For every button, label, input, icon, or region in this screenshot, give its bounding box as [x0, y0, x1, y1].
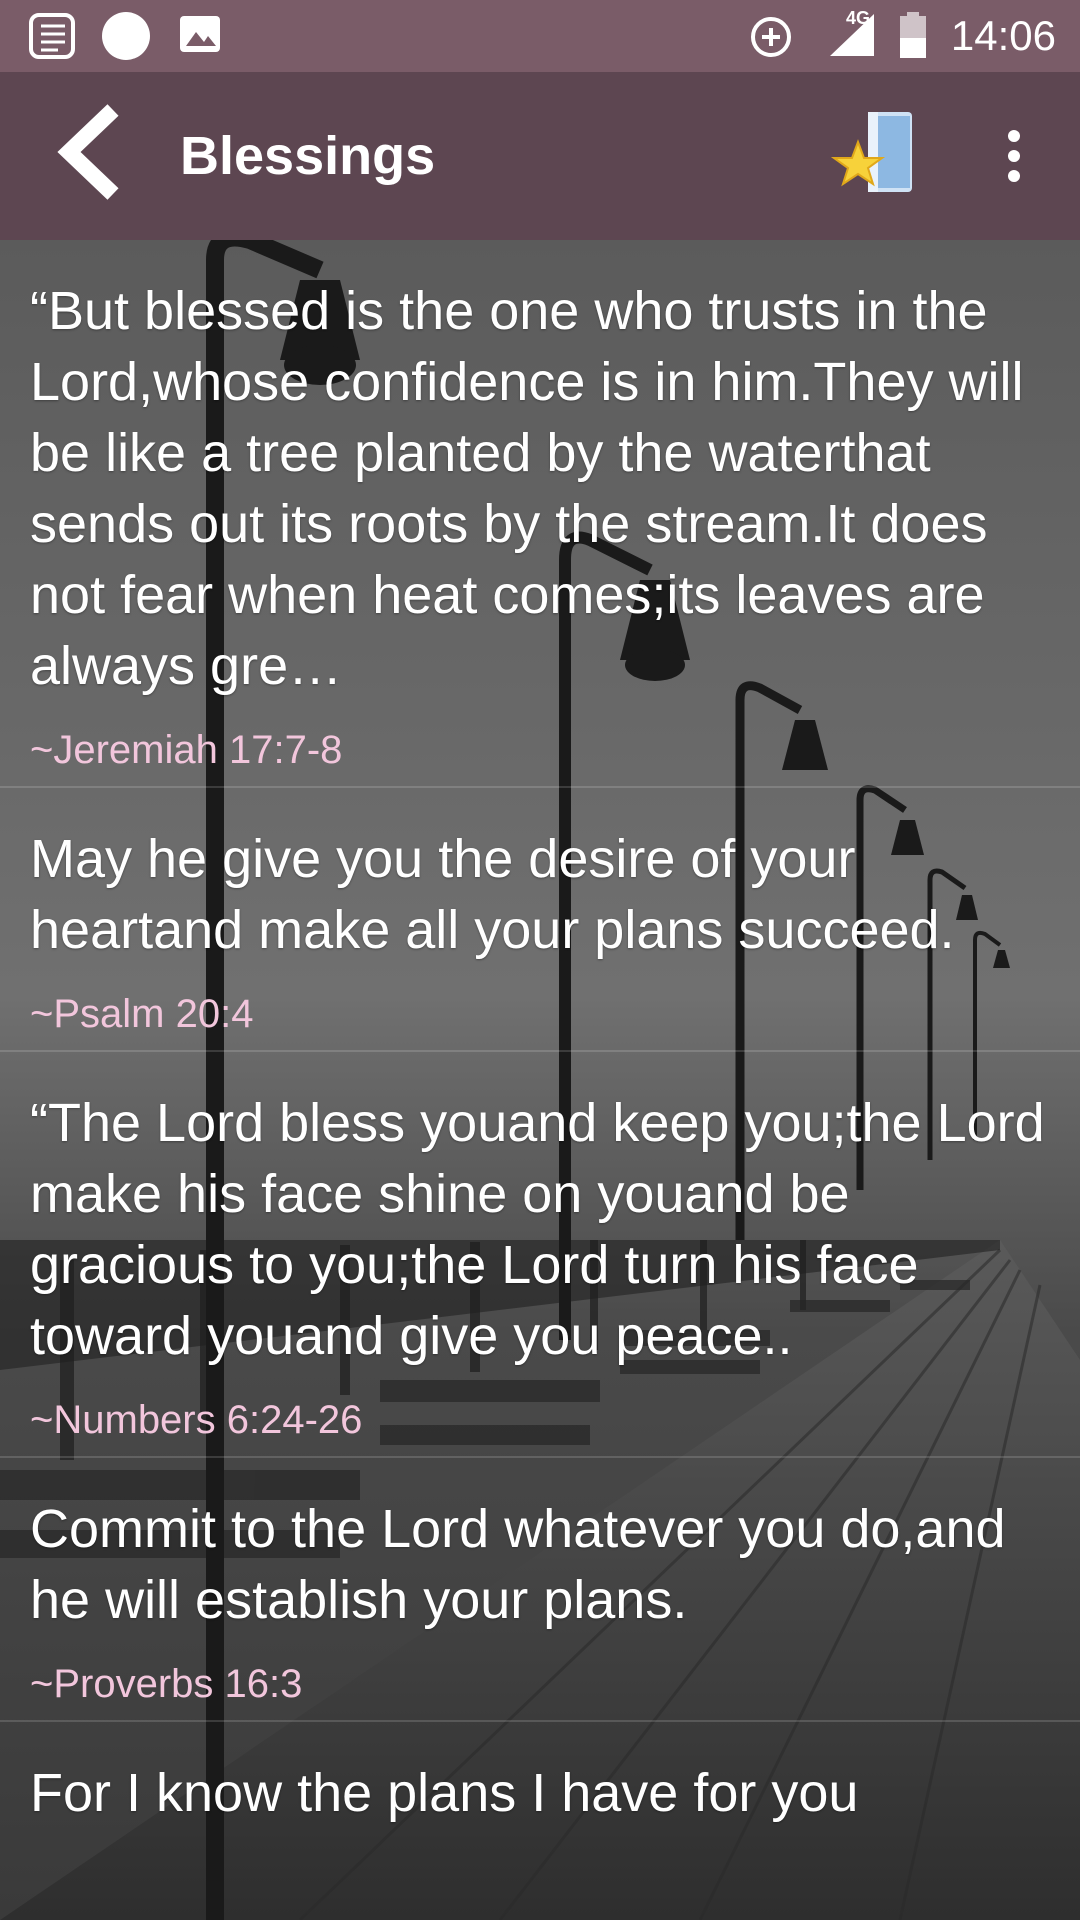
chevron-left-icon — [57, 104, 119, 200]
verse-text: May he give you the desire of your heart… — [30, 829, 955, 960]
list-item[interactable]: “But blessed is the one who trusts in th… — [0, 240, 1080, 788]
image-icon — [180, 16, 220, 52]
page-title: Blessings — [180, 126, 436, 186]
battery-icon — [900, 12, 926, 58]
verse-text: For I know the plans I have for you — [30, 1763, 859, 1823]
list-item[interactable]: For I know the plans I have for you — [0, 1722, 1080, 1829]
verse-text: “The Lord bless youand keep you;the Lord… — [30, 1093, 1045, 1366]
circle-icon — [102, 12, 150, 60]
signal-icon — [830, 14, 874, 56]
verse-reference: ~Jeremiah 17:7-8 — [30, 728, 343, 772]
screen: 4G 14:06 Blessings “But blessed is the o… — [0, 0, 1080, 1920]
list-item[interactable]: May he give you the desire of your heart… — [0, 788, 1080, 1052]
verse-text: “But blessed is the one who trusts in th… — [30, 281, 1024, 696]
favorites-button[interactable] — [828, 102, 928, 202]
more-options-button[interactable] — [976, 106, 1052, 206]
status-bar: 4G 14:06 — [0, 0, 1080, 72]
back-button[interactable] — [40, 102, 140, 202]
verse-reference: ~Proverbs 16:3 — [30, 1662, 303, 1706]
verse-reference: ~Psalm 20:4 — [30, 992, 254, 1036]
sync-icon — [751, 17, 791, 57]
list-item[interactable]: Commit to the Lord whatever you do,and h… — [0, 1458, 1080, 1722]
verse-list[interactable]: “But blessed is the one who trusts in th… — [0, 240, 1080, 1920]
verse-reference: ~Numbers 6:24-26 — [30, 1398, 363, 1442]
list-item[interactable]: “The Lord bless youand keep you;the Lord… — [0, 1052, 1080, 1458]
more-vertical-icon — [1008, 130, 1020, 142]
clock: 14:06 — [950, 12, 1056, 59]
verse-text: Commit to the Lord whatever you do,and h… — [30, 1499, 1006, 1630]
star-book-icon — [830, 112, 912, 192]
notes-icon — [29, 13, 75, 59]
app-bar: Blessings — [0, 72, 1080, 240]
